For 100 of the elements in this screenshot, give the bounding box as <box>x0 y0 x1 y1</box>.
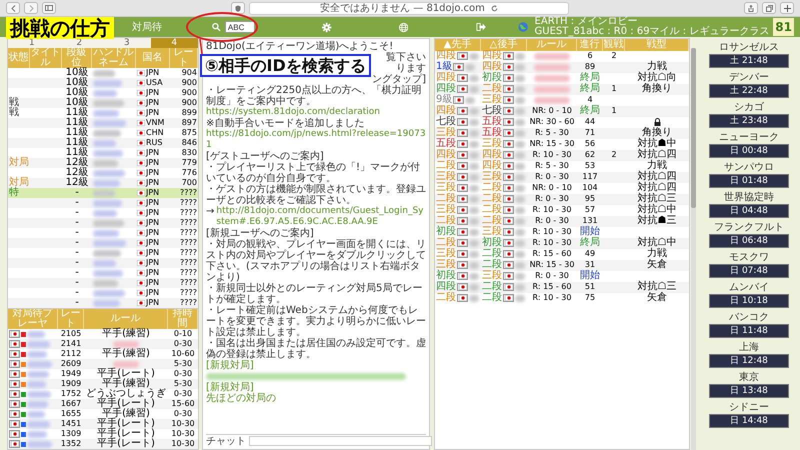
flag-button[interactable] <box>457 173 468 181</box>
flag-button[interactable] <box>9 370 20 378</box>
flag-icon <box>137 90 145 96</box>
flag-button[interactable] <box>457 162 468 170</box>
search-field[interactable]: ABC <box>224 21 255 33</box>
selected-row-highlight[interactable]: 特 - JPN ???? <box>8 188 198 198</box>
flag-button[interactable] <box>457 129 468 137</box>
flag-button[interactable] <box>9 340 20 348</box>
column-header[interactable]: △後手 <box>481 39 527 51</box>
flag-button[interactable] <box>503 283 514 291</box>
flag-button[interactable] <box>457 250 468 258</box>
flag-button[interactable] <box>457 217 468 225</box>
flag-button[interactable] <box>503 162 514 170</box>
flag-button[interactable] <box>457 107 468 115</box>
column-header[interactable]: 進行 <box>577 39 603 51</box>
flag-button[interactable] <box>503 63 514 71</box>
flag-button[interactable] <box>503 250 514 258</box>
flag-button[interactable] <box>457 85 468 93</box>
flag-button[interactable] <box>503 129 514 137</box>
gear-icon[interactable] <box>322 22 332 32</box>
flag-button[interactable] <box>503 96 514 104</box>
flag-button[interactable] <box>9 390 20 398</box>
flag-button[interactable] <box>503 140 514 148</box>
flag-button[interactable] <box>457 195 468 203</box>
flag-icon <box>137 250 145 256</box>
chat-field[interactable] <box>249 436 432 446</box>
scrollbar[interactable] <box>691 48 696 450</box>
flag-button[interactable] <box>9 330 20 338</box>
flag-button[interactable] <box>453 63 464 71</box>
flag-button[interactable] <box>9 380 20 388</box>
flag-button[interactable] <box>453 96 464 104</box>
flag-button[interactable] <box>457 151 468 159</box>
link[interactable]: https://system.81dojo.com/declaration <box>206 107 426 118</box>
flag-button[interactable] <box>9 440 20 448</box>
flag-button[interactable] <box>503 294 514 302</box>
flag-button[interactable] <box>503 184 514 192</box>
flag-button[interactable] <box>503 74 514 82</box>
flag-button[interactable] <box>9 410 20 418</box>
tabs-button[interactable] <box>762 2 776 14</box>
link[interactable]: http://81dojo.com/documents/Guest_Login_System#.E6.97.A5.E6.9C.AC.E8.AA.9E <box>216 206 426 228</box>
column-header[interactable]: ルール <box>527 39 577 51</box>
blurred-text <box>93 280 118 286</box>
flag-button[interactable] <box>503 206 514 214</box>
flag-button[interactable] <box>503 195 514 203</box>
column-header[interactable]: ハンドルネーム <box>92 48 136 68</box>
exit-icon[interactable] <box>476 22 486 32</box>
flag-button[interactable] <box>9 360 20 368</box>
column-header[interactable]: ルール <box>84 309 168 329</box>
back-button[interactable] <box>6 2 20 14</box>
flag-button[interactable] <box>457 272 468 280</box>
sidebar-button[interactable] <box>42 2 56 14</box>
flag-button[interactable] <box>9 430 20 438</box>
column-header[interactable]: 段級位 <box>62 48 92 68</box>
flag-button[interactable] <box>503 85 514 93</box>
flag-button[interactable] <box>457 294 468 302</box>
flag-button[interactable] <box>503 217 514 225</box>
notice-text: [新規対局] <box>206 382 254 393</box>
address-bar[interactable]: 安全ではありません — 81dojo.com <box>249 2 569 14</box>
privacy-button[interactable] <box>231 2 245 14</box>
flag-button[interactable] <box>503 118 514 126</box>
column-header[interactable]: レート <box>170 48 198 68</box>
rate-cell-text: 779 <box>180 158 198 168</box>
flag-button[interactable] <box>457 74 468 82</box>
flag-icon <box>504 141 512 147</box>
globe-icon[interactable] <box>399 22 408 32</box>
flag-button[interactable] <box>9 350 20 358</box>
share-button[interactable] <box>744 2 758 14</box>
time-cell-text: 5-30 <box>172 379 194 389</box>
flag-button[interactable] <box>503 151 514 159</box>
flag-button[interactable] <box>503 261 514 269</box>
flag-button[interactable] <box>503 228 514 236</box>
page-tab[interactable]: 4 <box>150 38 198 48</box>
flag-button[interactable] <box>457 184 468 192</box>
flag-button[interactable] <box>457 228 468 236</box>
moves-cell-text: 131 <box>581 216 599 226</box>
column-header[interactable]: 状態 <box>8 48 30 68</box>
page-tab[interactable]: 3 <box>103 38 150 48</box>
flag-button[interactable] <box>503 272 514 280</box>
rate-cell-text: ???? <box>179 298 198 308</box>
column-header[interactable]: タイトル <box>30 48 62 68</box>
column-header[interactable]: 観戦 <box>603 39 625 51</box>
column-header[interactable]: レート <box>58 309 84 329</box>
flag-button[interactable] <box>503 173 514 181</box>
new-tab-button[interactable] <box>780 2 794 14</box>
flag-button[interactable] <box>457 239 468 247</box>
flag-button[interactable] <box>503 107 514 115</box>
column-header[interactable]: 国名 <box>136 48 170 68</box>
flag-button[interactable] <box>457 206 468 214</box>
flag-button[interactable] <box>503 239 514 247</box>
link[interactable]: https://81dojo.com/jp/news.html?release=190731 <box>206 129 426 151</box>
column-header[interactable]: 戦型 <box>625 39 689 51</box>
flag-button[interactable] <box>503 52 514 60</box>
column-header[interactable]: ▲先手 <box>435 39 481 51</box>
flag-button[interactable] <box>457 261 468 269</box>
flag-button[interactable] <box>457 140 468 148</box>
flag-button[interactable] <box>457 118 468 126</box>
flag-button[interactable] <box>9 420 20 428</box>
flag-button[interactable] <box>457 52 468 60</box>
flag-button[interactable] <box>9 400 20 408</box>
flag-button[interactable] <box>457 283 468 291</box>
